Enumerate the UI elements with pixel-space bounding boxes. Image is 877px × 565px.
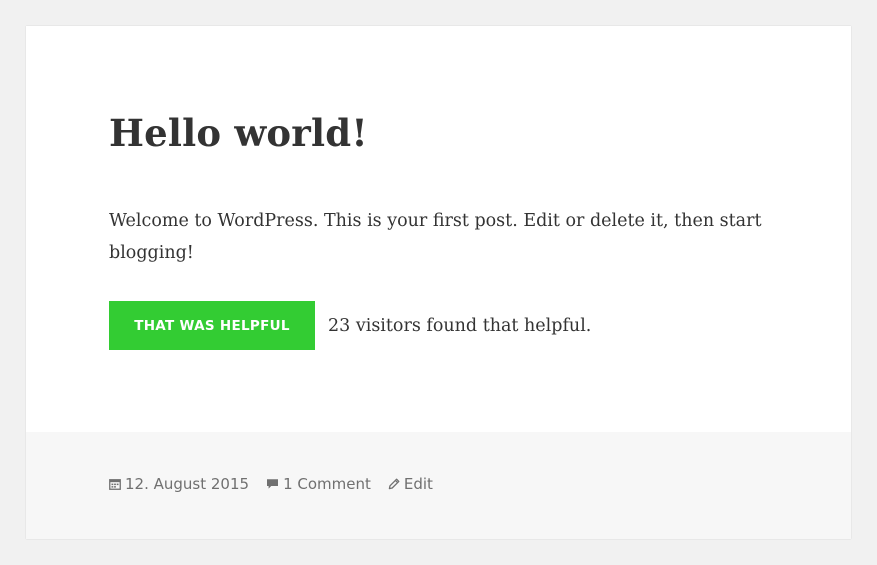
comments-link[interactable]: 1 Comment <box>266 475 371 493</box>
helpful-button[interactable]: THAT WAS HELPFUL <box>109 301 315 350</box>
calendar-icon <box>109 478 121 490</box>
post-content: Welcome to WordPress. This is your first… <box>109 211 762 263</box>
helpful-count-text: 23 visitors found that helpful. <box>328 315 592 336</box>
post-meta: 12. August 2015 1 Comment Edit <box>109 475 433 493</box>
post-card: Hello world! Welcome to WordPress. This … <box>26 26 851 539</box>
edit-link[interactable]: Edit <box>388 475 433 493</box>
post-title[interactable]: Hello world! <box>109 108 368 158</box>
post-date-link[interactable]: 12. August 2015 <box>109 475 249 493</box>
post-footer: 12. August 2015 1 Comment Edit <box>26 432 851 539</box>
edit-link-text: Edit <box>403 475 433 493</box>
comment-icon <box>266 478 279 490</box>
comments-link-text: 1 Comment <box>283 475 371 493</box>
pencil-icon <box>388 478 400 490</box>
post-date-text: 12. August 2015 <box>125 475 250 493</box>
helpful-widget: THAT WAS HELPFUL 23 visitors found that … <box>109 301 591 350</box>
